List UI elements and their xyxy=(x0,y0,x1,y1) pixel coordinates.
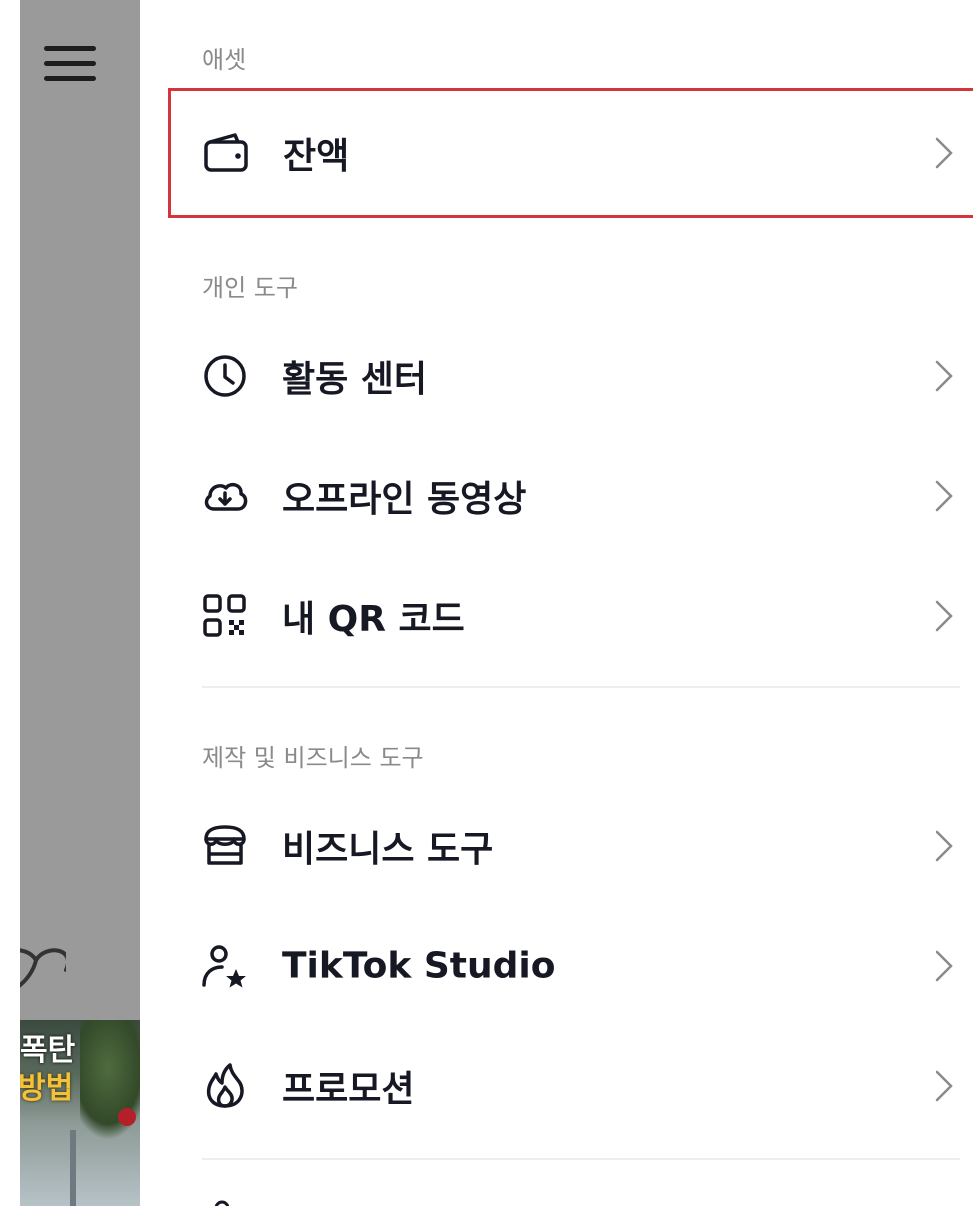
background-overlay[interactable]: 폭탄 방법 xyxy=(0,0,140,1206)
person-star-icon xyxy=(202,945,246,988)
video-thumbnail[interactable]: 폭탄 방법 xyxy=(20,1020,140,1206)
app-screen: 폭탄 방법 애셋 잔액 개인 도구 활동 센터 오프라인 동영상 내 QR 코드… xyxy=(0,0,973,1206)
section-label-creator-business-tools: 제작 및 비즈니스 도구 xyxy=(202,744,424,772)
thumbnail-caption-line2: 방법 xyxy=(20,1071,74,1106)
chevron-right-icon xyxy=(935,480,953,512)
menu-item-label: 활동 센터 xyxy=(282,359,428,400)
menu-item-business-tools[interactable]: 비즈니스 도구 xyxy=(170,786,973,906)
menu-item-label: 프로모션 xyxy=(282,1069,415,1110)
section-divider xyxy=(202,1158,960,1160)
menu-item-label: 내 QR 코드 xyxy=(282,599,465,640)
chevron-right-icon xyxy=(935,360,953,392)
menu-icon[interactable] xyxy=(44,44,96,84)
menu-item-label: TikTok Studio xyxy=(282,945,556,987)
wallet-icon xyxy=(204,133,248,172)
menu-item-tiktok-studio[interactable]: TikTok Studio xyxy=(170,906,973,1026)
section-label-assets: 애셋 xyxy=(202,46,247,74)
cloud-download-icon xyxy=(204,482,248,511)
menu-item-promotion[interactable]: 프로모션 xyxy=(170,1026,973,1146)
qr-code-icon xyxy=(203,594,246,637)
screen-edge xyxy=(0,0,20,1206)
chevron-right-icon xyxy=(935,830,953,862)
chevron-right-icon xyxy=(935,137,953,169)
partial-icon xyxy=(214,1200,230,1206)
menu-item-label: 잔액 xyxy=(283,136,350,177)
flame-icon xyxy=(206,1063,244,1108)
menu-item-label: 오프라인 동영상 xyxy=(282,479,527,520)
chevron-right-icon xyxy=(935,950,953,982)
chevron-right-icon xyxy=(935,600,953,632)
chevron-right-icon xyxy=(935,1070,953,1102)
section-divider xyxy=(202,686,960,688)
menu-item-activity-center[interactable]: 활동 센터 xyxy=(170,316,973,436)
menu-item-offline-videos[interactable]: 오프라인 동영상 xyxy=(170,436,973,556)
clock-icon xyxy=(204,355,246,397)
menu-item-label: 비즈니스 도구 xyxy=(282,829,494,870)
menu-item-balance[interactable]: 잔액 xyxy=(168,88,973,218)
menu-item-my-qr-code[interactable]: 내 QR 코드 xyxy=(170,556,973,676)
side-drawer: 애셋 잔액 개인 도구 활동 센터 오프라인 동영상 내 QR 코드 제작 및 … xyxy=(140,0,973,1206)
section-label-personal-tools: 개인 도구 xyxy=(202,274,298,302)
thumbnail-caption-line1: 폭탄 xyxy=(20,1033,76,1068)
store-icon xyxy=(204,825,246,865)
